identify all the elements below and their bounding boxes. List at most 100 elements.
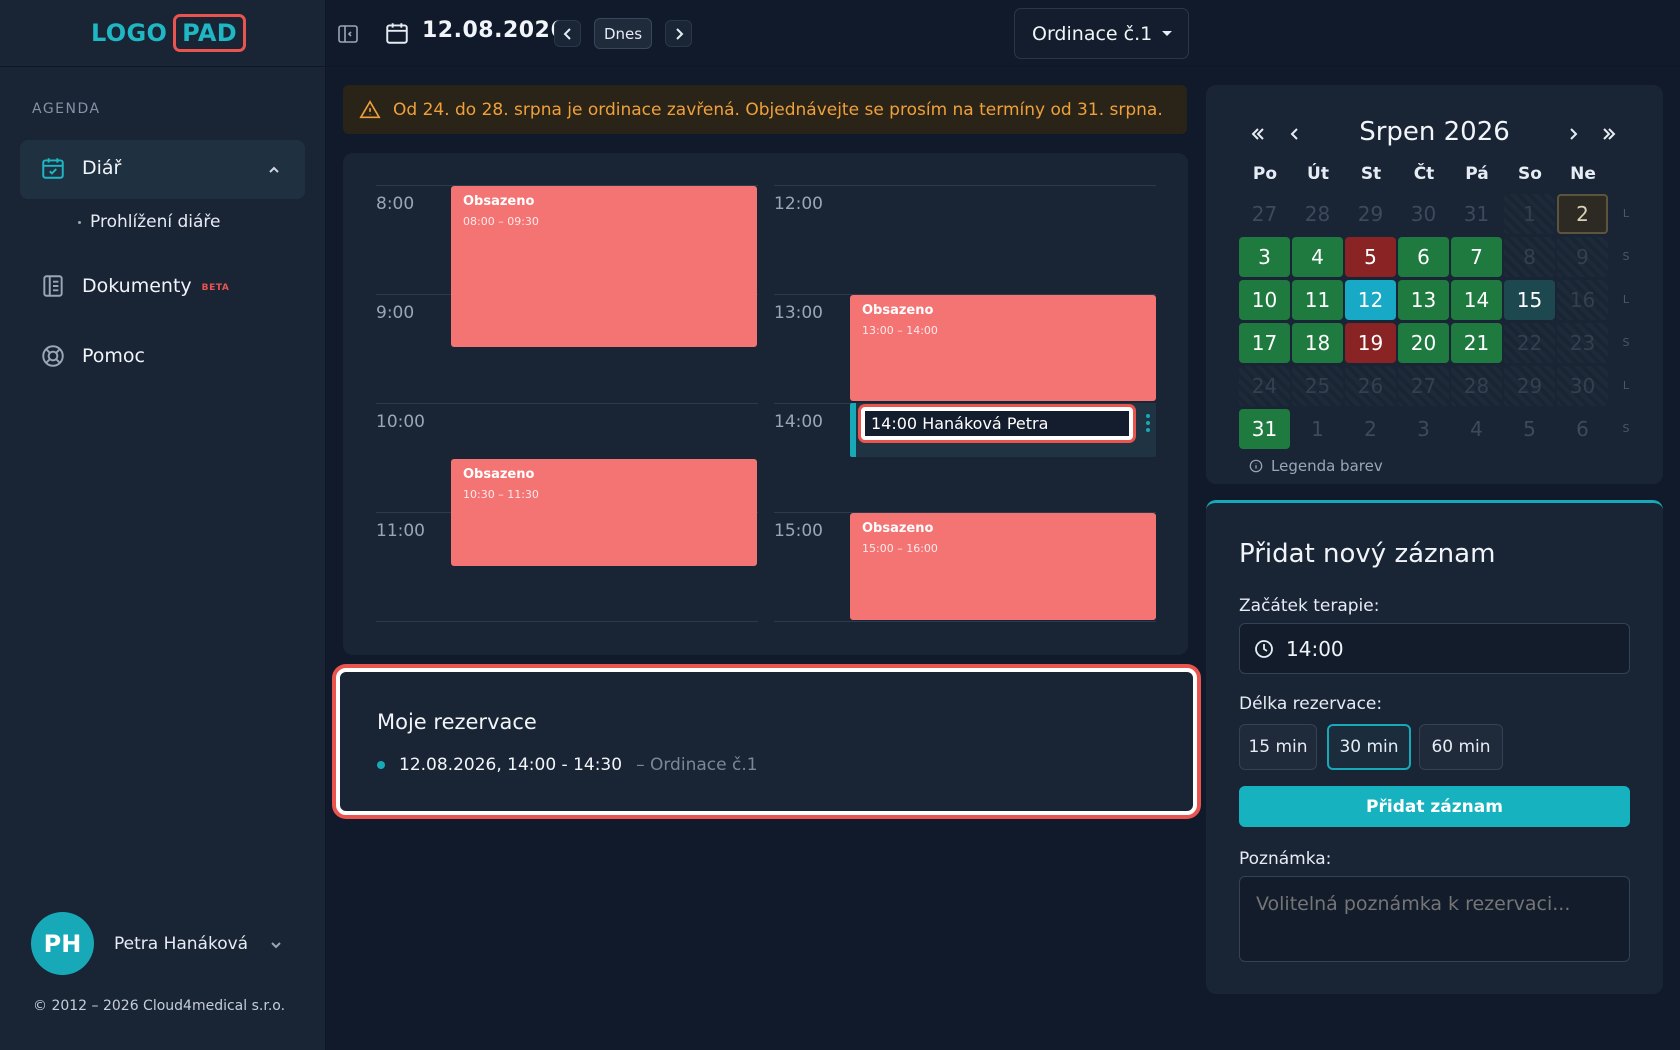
calendar-day[interactable]: 20 <box>1398 323 1449 363</box>
calendar-day[interactable]: 14 <box>1451 280 1502 320</box>
week-label: L <box>1622 379 1630 392</box>
duration-15-button[interactable]: 15 min <box>1239 724 1317 770</box>
calendar-day[interactable]: 7 <box>1451 237 1502 277</box>
day-schedule: 8:00 9:00 10:00 11:00 12:00 13:00 14:00 … <box>343 153 1188 655</box>
beta-badge: BETA <box>201 282 230 293</box>
calendar-day[interactable]: 2 <box>1557 194 1608 234</box>
sidebar-toggle-icon[interactable] <box>336 22 360 46</box>
weekday-label: Út <box>1307 164 1329 184</box>
calendar-day: 28 <box>1304 202 1331 226</box>
calendar-day-selected[interactable]: 12 <box>1345 280 1396 320</box>
weekday-label: Pá <box>1465 164 1489 184</box>
calendar-day: 29 <box>1504 366 1555 406</box>
calendar-day: 27 <box>1398 366 1449 406</box>
chevron-down-icon[interactable] <box>268 937 284 953</box>
time-label: 15:00 <box>774 521 823 541</box>
calendar-day[interactable]: 5 <box>1345 237 1396 277</box>
reservation-item[interactable]: 12.08.2026, 14:00 - 14:30 – Ordinace č.1 <box>377 755 758 775</box>
calendar-day[interactable]: 13 <box>1398 280 1449 320</box>
my-reservations-panel: Moje rezervace 12.08.2026, 14:00 - 14:30… <box>336 668 1197 815</box>
sidebar-item-dokumenty[interactable]: Dokumenty BETA <box>40 273 229 299</box>
today-button[interactable]: Dnes <box>594 18 652 49</box>
sidebar: LOGO PAD AGENDA Diář Prohlížení diáře Do… <box>0 0 326 1050</box>
busy-range: 13:00 – 14:00 <box>862 324 938 337</box>
calendar-day[interactable]: 3 <box>1239 237 1290 277</box>
calendar-day[interactable]: 10 <box>1239 280 1290 320</box>
weekday-label: So <box>1518 164 1542 184</box>
busy-block: Obsazeno 10:30 – 11:30 <box>451 459 757 566</box>
logo[interactable]: LOGO PAD <box>91 14 246 52</box>
chevron-up-icon[interactable] <box>266 162 282 178</box>
next-day-button[interactable] <box>665 20 692 47</box>
weekday-label: Ne <box>1570 164 1596 184</box>
calendar-day[interactable]: 11 <box>1292 280 1343 320</box>
bullet-icon <box>78 220 81 224</box>
time-label: 8:00 <box>376 194 415 214</box>
office-select[interactable]: Ordinace č.1 <box>1014 8 1189 59</box>
calendar-day: 27 <box>1251 202 1278 226</box>
calendar-day[interactable]: 31 <box>1239 409 1290 449</box>
section-label: AGENDA <box>32 101 101 117</box>
busy-block: Obsazeno 13:00 – 14:00 <box>850 295 1156 401</box>
chevron-right-icon[interactable] <box>1564 125 1582 143</box>
weekday-label: St <box>1360 164 1382 184</box>
calendar-day[interactable]: 17 <box>1239 323 1290 363</box>
duration-60-button[interactable]: 60 min <box>1419 724 1503 770</box>
double-chevron-right-icon[interactable] <box>1600 125 1618 143</box>
current-date: 12.08.2026 <box>422 18 567 43</box>
sidebar-item-pomoc[interactable]: Pomoc <box>40 343 145 369</box>
sidebar-item-label: Diář <box>82 157 122 179</box>
lifebuoy-icon <box>42 345 64 367</box>
calendar-month-title: Srpen 2026 <box>1359 117 1510 147</box>
month-calendar: Srpen 2026 Po Út St Čt Pá So Ne 27 28 29… <box>1206 85 1663 484</box>
calendar-day[interactable]: 18 <box>1292 323 1343 363</box>
weekday-label: Čt <box>1413 164 1435 184</box>
calendar-day: 25 <box>1292 366 1343 406</box>
calendar-day: 30 <box>1410 202 1437 226</box>
note-label: Poznámka: <box>1239 849 1332 869</box>
weekday-label: Po <box>1252 164 1278 184</box>
busy-range: 10:30 – 11:30 <box>463 488 539 501</box>
add-record-button[interactable]: Přidat záznam <box>1239 786 1630 827</box>
my-reservation-block[interactable]: 14:00 Hanáková Petra <box>850 403 1156 457</box>
reservation-place: – Ordinace č.1 <box>636 755 758 775</box>
user-menu[interactable]: PH Petra Hanáková <box>31 912 281 975</box>
calendar-day[interactable]: 21 <box>1451 323 1502 363</box>
calendar-day: 1 <box>1504 194 1555 234</box>
sidebar-subitem-prohlizeni[interactable]: Prohlížení diáře <box>78 212 220 232</box>
color-legend-link[interactable]: Legenda barev <box>1249 457 1383 475</box>
calendar-day: 4 <box>1470 417 1483 441</box>
time-label: 13:00 <box>774 303 823 323</box>
sidebar-item-label: Dokumenty <box>82 275 192 297</box>
calendar-day: 30 <box>1557 366 1608 406</box>
calendar-day[interactable]: 19 <box>1345 323 1396 363</box>
prev-day-button[interactable] <box>554 20 581 47</box>
busy-label: Obsazeno <box>862 521 934 536</box>
calendar-day[interactable]: 15 <box>1504 280 1555 320</box>
busy-block: Obsazeno 08:00 – 09:30 <box>451 186 757 347</box>
calendar-day: 5 <box>1523 417 1536 441</box>
start-time-input[interactable]: 14:00 <box>1239 623 1630 674</box>
calendar-day[interactable]: 4 <box>1292 237 1343 277</box>
calendar-day[interactable]: 6 <box>1398 237 1449 277</box>
duration-label: Délka rezervace: <box>1239 694 1383 714</box>
busy-label: Obsazeno <box>463 467 535 482</box>
more-vertical-icon[interactable] <box>1146 414 1150 434</box>
week-label: S <box>1622 422 1630 435</box>
logo-text-left: LOGO <box>91 19 168 47</box>
calendar-day: 1 <box>1311 417 1324 441</box>
legend-label: Legenda barev <box>1271 457 1383 475</box>
start-time-value: 14:00 <box>1286 636 1344 661</box>
duration-30-button[interactable]: 30 min <box>1327 724 1411 770</box>
divider <box>376 621 758 622</box>
logo-area: LOGO PAD <box>0 0 325 67</box>
time-slot[interactable]: 12:00 <box>774 185 1156 294</box>
my-reservation-label[interactable]: 14:00 Hanáková Petra <box>861 407 1133 440</box>
week-label: L <box>1622 207 1630 220</box>
sidebar-subitem-label: Prohlížení diáře <box>90 212 221 232</box>
calendar-day: 31 <box>1463 202 1490 226</box>
time-label: 10:00 <box>376 412 425 432</box>
note-textarea[interactable] <box>1239 876 1630 962</box>
calendar-day: 3 <box>1417 417 1430 441</box>
sidebar-item-diar[interactable]: Diář <box>40 155 121 181</box>
